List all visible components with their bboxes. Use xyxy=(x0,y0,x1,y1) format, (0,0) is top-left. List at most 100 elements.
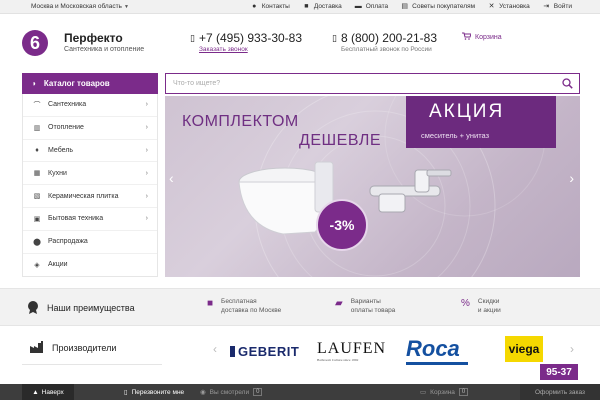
link-contacts-label: Контакты xyxy=(261,2,290,10)
catalog-item-label: Мебель xyxy=(48,146,74,154)
catalog-item-label: Бытовая техника xyxy=(48,215,104,223)
promo-title: АКЦИЯ xyxy=(429,101,505,122)
producers-title: Производители xyxy=(52,343,117,353)
cart-count: 0 xyxy=(458,388,469,396)
brand-name[interactable]: Перфекто xyxy=(64,31,123,45)
washer-icon: ▣ xyxy=(33,215,41,223)
brand-logo-geberit[interactable]: GEBERIT xyxy=(230,344,299,359)
free-call-note: Бесплатный звонок по России xyxy=(341,46,432,53)
login-icon: ⇥ xyxy=(543,3,550,10)
banner-prev-arrow[interactable]: ‹ xyxy=(169,170,174,186)
banner-next-arrow[interactable]: › xyxy=(569,170,574,186)
link-delivery-label: Доставка xyxy=(313,2,342,10)
scroll-up-button[interactable]: ▲ Наверх xyxy=(22,384,74,400)
discount-badge: -3% xyxy=(316,199,368,251)
sale-icon: ⬤ xyxy=(33,238,41,246)
logo[interactable]: 6 xyxy=(22,30,48,56)
advantage-discounts[interactable]: % Скидки и акции xyxy=(461,297,501,315)
callback-label: Перезвоните мне xyxy=(131,388,185,396)
catalog-item-appliances[interactable]: ▣ Бытовая техника › xyxy=(23,208,157,231)
chevron-right-icon: › xyxy=(145,215,148,223)
link-login[interactable]: ⇥ Войти xyxy=(542,2,572,11)
brand-logo-viega[interactable]: viega xyxy=(505,336,543,362)
tile-icon: ▧ xyxy=(33,193,41,201)
viega-phone-badge: 95-37 xyxy=(540,364,578,380)
phone-free[interactable]: ▯ 8 (800) 200-21-83 xyxy=(332,31,437,45)
cart-icon xyxy=(462,32,472,42)
tools-icon: ✕ xyxy=(488,3,495,10)
link-contacts[interactable]: ● Контакты xyxy=(250,2,290,10)
faucet-icon: ⌒ xyxy=(33,101,41,109)
link-delivery[interactable]: ■ Доставка xyxy=(302,2,342,10)
phone-icon: ▯ xyxy=(124,389,128,396)
catalog-item-heating[interactable]: ▥ Отопление › xyxy=(23,117,157,140)
catalog-header[interactable]: ◗ Каталог товаров xyxy=(22,73,158,94)
chat-icon: ▬ xyxy=(354,2,362,10)
catalog-item-promo[interactable]: ◈ Акции xyxy=(23,254,157,277)
bottom-cart[interactable]: ▭ Корзина 0 xyxy=(420,388,469,396)
chevron-right-icon: › xyxy=(145,146,148,154)
search-icon xyxy=(561,78,573,89)
callback-link[interactable]: Заказать звонок xyxy=(199,46,248,53)
catalog-item-tiles[interactable]: ▧ Керамическая плитка › xyxy=(23,185,157,208)
catalog-list: ⌒ Сантехника › ▥ Отопление › ♦ Мебель › … xyxy=(22,94,158,277)
brand-name-laufen: LAUFEN xyxy=(317,340,387,357)
callback-button[interactable]: ▯ Перезвоните мне xyxy=(124,388,185,397)
viewed-items[interactable]: ◉ Вы смотрели 0 xyxy=(200,388,263,396)
percent-icon: % xyxy=(461,298,470,309)
geberit-mark xyxy=(230,346,235,357)
promo-subtitle: смеситель + унитаз xyxy=(421,131,490,140)
search-button[interactable] xyxy=(559,76,575,91)
catalog-title: Каталог товаров xyxy=(43,79,110,88)
advantage-line: и акции xyxy=(477,307,501,314)
chevron-down-icon: ▼ xyxy=(123,3,129,10)
radiator-icon: ▥ xyxy=(33,124,41,132)
brand-tagline: Сантехника и отопление xyxy=(64,46,145,53)
producers-prev-arrow[interactable]: ‹ xyxy=(213,342,217,356)
faucet-image xyxy=(369,169,452,213)
catalog-item-kitchens[interactable]: ▦ Кухни › xyxy=(23,162,157,186)
catalog-item-label: Акции xyxy=(48,261,68,269)
cart-label: Корзина xyxy=(475,33,502,41)
catalog-item-label: Сантехника xyxy=(48,101,87,109)
viewed-label: Вы смотрели xyxy=(209,388,250,396)
phone-icon: ▯ xyxy=(332,32,337,43)
cart-link[interactable]: Корзина xyxy=(462,32,502,42)
phone-moscow[interactable]: ▯ +7 (495) 933-30-83 xyxy=(190,31,302,45)
cart-icon: ▭ xyxy=(420,389,427,396)
phone-moscow-number: +7 (495) 933-30-83 xyxy=(198,31,303,45)
catalog-item-label: Кухни xyxy=(48,169,67,177)
advantage-delivery[interactable]: ■ Бесплатная доставка по Москве xyxy=(207,297,281,315)
phone-icon: ▯ xyxy=(190,32,195,43)
promo-label: АКЦИЯ смеситель + унитаз xyxy=(406,96,556,148)
laufen-subtitle: Bathroom Culture since 1892 xyxy=(317,358,359,362)
search-bar xyxy=(165,73,580,94)
link-payment[interactable]: ▬ Оплата xyxy=(354,2,388,10)
catalog-item-sale[interactable]: ⬤ Распродажа xyxy=(23,231,157,254)
search-input[interactable] xyxy=(166,74,546,93)
region-label: Москва и Московская область xyxy=(31,3,122,10)
location-pin-icon: ● xyxy=(252,2,257,10)
brand-logo-laufen[interactable]: LAUFEN Bathroom Culture since 1892 xyxy=(317,340,386,362)
catalog-item-plumbing[interactable]: ⌒ Сантехника › xyxy=(23,94,157,117)
region-selector[interactable]: Москва и Московская область ▼ xyxy=(31,3,129,10)
top-bar: Москва и Московская область ▼ ● Контакты… xyxy=(0,0,600,14)
catalog-item-furniture[interactable]: ♦ Мебель › xyxy=(23,140,157,163)
link-tips[interactable]: ▤ Советы покупателям xyxy=(400,2,476,11)
advantage-payment[interactable]: ▰ Варианты оплаты товара xyxy=(335,297,395,315)
advantages-heading: Наши преимущества xyxy=(26,300,135,316)
brand-logo-roca[interactable]: Roca xyxy=(406,336,468,365)
link-tips-label: Советы покупателям xyxy=(412,2,476,10)
link-installation[interactable]: ✕ Установка xyxy=(487,2,530,11)
catalog-item-label: Керамическая плитка xyxy=(48,192,119,200)
checkout-button[interactable]: Оформить заказ xyxy=(520,384,600,400)
advantages-title: Наши преимущества xyxy=(47,303,135,313)
promo-banner[interactable]: КОМПЛЕКТОМ ДЕШЕВЛЕ АКЦИЯ смеситель + уни… xyxy=(165,96,580,277)
advantage-line: оплаты товара xyxy=(350,307,396,314)
producers-next-arrow[interactable]: › xyxy=(570,342,574,356)
chevron-right-icon: › xyxy=(145,124,148,132)
banner-headline-1: КОМПЛЕКТОМ xyxy=(182,113,299,130)
logo-mark: 6 xyxy=(29,32,40,53)
lamp-icon: ♦ xyxy=(35,146,39,154)
producers-heading: Производители xyxy=(30,341,116,355)
